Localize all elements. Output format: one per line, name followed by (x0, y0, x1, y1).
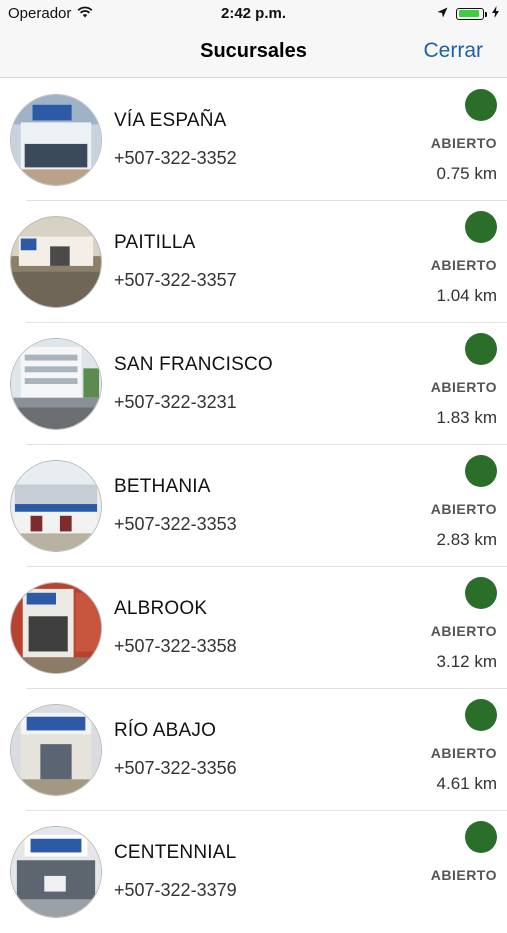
location-arrow-icon (437, 5, 448, 22)
charging-bolt-icon (492, 5, 499, 22)
navigation-bar: Sucursales Cerrar (0, 28, 507, 78)
close-button[interactable]: Cerrar (423, 39, 483, 63)
branch-photo (10, 460, 102, 552)
branch-phone[interactable]: +507-322-3357 (114, 270, 237, 291)
status-label: ABIERTO (430, 379, 497, 395)
branch-row[interactable]: VÍA ESPAÑA +507-322-3352 ABIERTO 0.75 km (0, 79, 507, 201)
branch-photo (10, 826, 102, 918)
status-label: ABIERTO (430, 501, 497, 517)
branch-name: CENTENNIAL (114, 842, 237, 863)
branch-name: PAITILLA (114, 232, 196, 253)
branch-photo (10, 704, 102, 796)
status-label: ABIERTO (430, 135, 497, 151)
status-bar: Operador 2:42 p.m. (0, 0, 507, 28)
branch-name: RÍO ABAJO (114, 720, 217, 741)
battery-icon (456, 7, 487, 20)
open-status-indicator (465, 211, 497, 243)
branch-name: BETHANIA (114, 476, 211, 497)
status-right (437, 5, 499, 22)
status-label: ABIERTO (430, 623, 497, 639)
status-label: ABIERTO (430, 257, 497, 273)
branch-name: VÍA ESPAÑA (114, 110, 227, 131)
branch-list: VÍA ESPAÑA +507-322-3352 ABIERTO 0.75 km… (0, 79, 507, 933)
open-status-indicator (465, 455, 497, 487)
clock: 2:42 p.m. (220, 5, 287, 22)
distance-label: 3.12 km (436, 652, 497, 671)
branch-photo (10, 338, 102, 430)
branch-phone[interactable]: +507-322-3379 (114, 880, 237, 901)
branch-row[interactable]: PAITILLA +507-322-3357 ABIERTO 1.04 km (0, 201, 507, 323)
status-label: ABIERTO (430, 745, 497, 761)
distance-label: 1.83 km (436, 408, 497, 427)
branch-row[interactable]: SAN FRANCISCO +507-322-3231 ABIERTO 1.83… (0, 323, 507, 445)
distance-label: 2.83 km (436, 530, 497, 549)
branch-row[interactable]: BETHANIA +507-322-3353 ABIERTO 2.83 km (0, 445, 507, 567)
branch-phone[interactable]: +507-322-3356 (114, 758, 237, 779)
open-status-indicator (465, 577, 497, 609)
branch-row[interactable]: RÍO ABAJO +507-322-3356 ABIERTO 4.61 km (0, 689, 507, 811)
branch-row[interactable]: ALBROOK +507-322-3358 ABIERTO 3.12 km (0, 567, 507, 689)
open-status-indicator (465, 89, 497, 121)
branch-phone[interactable]: +507-322-3352 (114, 148, 237, 169)
branch-phone[interactable]: +507-322-3231 (114, 392, 237, 413)
branch-name: ALBROOK (114, 598, 208, 619)
open-status-indicator (465, 333, 497, 365)
branch-photo (10, 216, 102, 308)
branch-row[interactable]: CENTENNIAL +507-322-3379 ABIERTO (0, 811, 507, 933)
open-status-indicator (465, 821, 497, 853)
distance-label: 4.61 km (436, 774, 497, 793)
distance-label: 0.75 km (436, 164, 497, 183)
branch-name: SAN FRANCISCO (114, 354, 273, 375)
branch-photo (10, 94, 102, 186)
open-status-indicator (465, 699, 497, 731)
branch-phone[interactable]: +507-322-3353 (114, 514, 237, 535)
status-label: ABIERTO (430, 867, 497, 883)
branch-phone[interactable]: +507-322-3358 (114, 636, 237, 657)
branch-photo (10, 582, 102, 674)
distance-label: 1.04 km (436, 286, 497, 305)
